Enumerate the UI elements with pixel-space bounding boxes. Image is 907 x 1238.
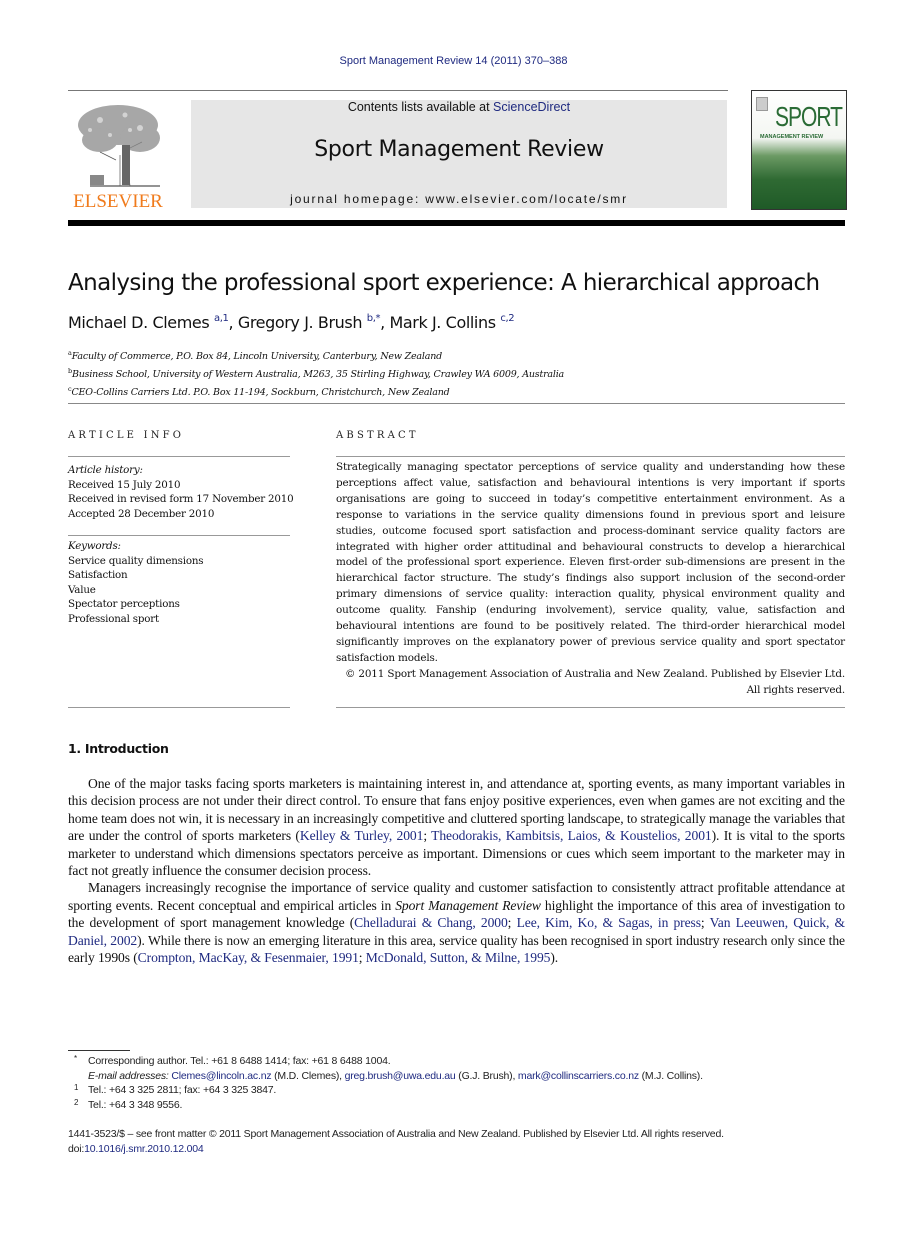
- sciencedirect-link[interactable]: ScienceDirect: [493, 100, 570, 114]
- abstract-heading: ABSTRACT: [336, 430, 419, 441]
- journal-homepage[interactable]: journal homepage: www.elsevier.com/locat…: [191, 192, 727, 206]
- footnote-text: Corresponding author. Tel.: +61 8 6488 1…: [88, 1055, 391, 1067]
- author-separator: ,: [228, 313, 238, 332]
- cover-subtitle: MANAGEMENT REVIEW: [760, 134, 824, 140]
- author-affiliation-mark[interactable]: a,1: [214, 313, 229, 324]
- email-link[interactable]: greg.brush@uwa.edu.au: [345, 1070, 456, 1082]
- running-head[interactable]: Sport Management Review 14 (2011) 370–38…: [0, 55, 907, 67]
- contents-line: Contents lists available at ScienceDirec…: [191, 100, 727, 114]
- cover-title: SPORT: [775, 102, 843, 133]
- author-name: Gregory J. Brush: [237, 313, 363, 332]
- section-divider: [68, 403, 845, 404]
- abstract-text: Strategically managing spectator percept…: [336, 461, 845, 664]
- journal-title: Sport Management Review: [314, 137, 604, 162]
- email-label: E-mail addresses:: [88, 1069, 169, 1082]
- citation-separator: ;: [423, 828, 432, 844]
- footnote-emails: E-mail addresses: Clemes@lincoln.ac.nz (…: [68, 1069, 848, 1084]
- citation-separator: ;: [700, 915, 710, 931]
- citation-link[interactable]: Crompton, MacKay, & Fesenmaier, 1991: [138, 950, 359, 965]
- doi-link[interactable]: 10.1016/j.smr.2010.12.004: [84, 1143, 204, 1155]
- footnote-mark: 2: [74, 1097, 79, 1107]
- paragraph: Managers increasingly recognise the impo…: [68, 879, 845, 966]
- front-matter: 1441-3523/$ – see front matter © 2011 Sp…: [68, 1127, 848, 1157]
- footnote-mark: *: [74, 1054, 77, 1063]
- affiliation-text: CEO-Collins Carriers Ltd. P.O. Box 11-19…: [71, 387, 450, 399]
- affiliation: aFaculty of Commerce, P.O. Box 84, Linco…: [68, 346, 564, 364]
- paragraph-text: ).: [550, 950, 559, 966]
- keyword: Spectator perceptions: [68, 598, 180, 610]
- author-name: Mark J. Collins: [389, 313, 496, 332]
- citation-link[interactable]: Theodorakis, Kambitsis, Laios, & Koustel…: [431, 828, 712, 843]
- keyword: Service quality dimensions: [68, 554, 204, 567]
- author-name: Michael D. Clemes: [68, 313, 210, 332]
- elsevier-tree-icon: [78, 105, 160, 187]
- article-history: Article history: Received 15 July 2010 R…: [68, 463, 298, 521]
- email-owner: (G.J. Brush),: [455, 1069, 518, 1082]
- cover-publisher-icon: [756, 97, 768, 111]
- abstract-copyright: © 2011 Sport Management Association of A…: [344, 667, 845, 696]
- history-label: Article history:: [68, 464, 143, 476]
- affiliation: cCEO-Collins Carriers Ltd. P.O. Box 11-1…: [68, 382, 564, 400]
- journal-cover[interactable]: SPORT MANAGEMENT REVIEW: [751, 90, 847, 210]
- paragraph: One of the major tasks facing sports mar…: [68, 775, 845, 879]
- footnotes: * Corresponding author. Tel.: +61 8 6488 …: [68, 1054, 848, 1112]
- front-matter-line: 1441-3523/$ – see front matter © 2011 Sp…: [68, 1128, 724, 1140]
- author-affiliation-mark[interactable]: b,*: [367, 313, 381, 324]
- history-item: Received 15 July 2010: [68, 478, 181, 491]
- footnote-rule: [68, 1050, 130, 1051]
- citation-link[interactable]: Lee, Kim, Ko, & Sagas, in press: [517, 915, 701, 930]
- doi-prefix: doi:: [68, 1143, 85, 1155]
- journal-name: Sport Management Review: [395, 897, 541, 913]
- email-link[interactable]: Clemes@lincoln.ac.nz: [171, 1070, 271, 1082]
- abstract-rule: [336, 707, 845, 708]
- article-info-rule: [68, 707, 290, 708]
- footnote-mark: 1: [74, 1083, 79, 1093]
- keyword: Satisfaction: [68, 569, 128, 581]
- abstract-rule: [336, 456, 845, 457]
- citation-separator: ;: [507, 915, 517, 931]
- contents-prefix: Contents lists available at: [347, 100, 494, 114]
- email-link[interactable]: mark@collinscarriers.co.nz: [518, 1070, 639, 1082]
- header-rule: [68, 90, 728, 91]
- affiliation-text: Business School, University of Western A…: [71, 369, 565, 381]
- citation-separator: ;: [358, 950, 366, 966]
- abstract-body: Strategically managing spectator percept…: [336, 460, 845, 699]
- masthead-rule: [68, 220, 845, 226]
- citation-link[interactable]: Chelladurai & Chang, 2000: [354, 915, 508, 930]
- footnote-text: Tel.: +64 3 325 2811; fax: +64 3 325 384…: [88, 1084, 277, 1097]
- footnote-2: 2 Tel.: +64 3 348 9556.: [68, 1098, 848, 1113]
- citation-link[interactable]: McDonald, Sutton, & Milne, 1995: [366, 950, 551, 965]
- author-list: Michael D. Clemes a,1, Gregory J. Brush …: [68, 313, 515, 332]
- keywords-label: Keywords:: [68, 540, 121, 552]
- elsevier-logo[interactable]: ELSEVIER: [68, 100, 168, 212]
- citation-link[interactable]: Kelley & Turley, 2001: [300, 828, 424, 843]
- section-heading: 1. Introduction: [68, 741, 169, 756]
- footnote-1: 1 Tel.: +64 3 325 2811; fax: +64 3 325 38…: [68, 1083, 848, 1098]
- author-affiliation-mark[interactable]: c,2: [500, 313, 514, 324]
- elsevier-wordmark: ELSEVIER: [73, 191, 163, 212]
- article-info-rule: [68, 535, 290, 536]
- article-info-heading: ARTICLE INFO: [68, 430, 185, 441]
- keyword: Professional sport: [68, 612, 159, 625]
- affiliation: bBusiness School, University of Western …: [68, 364, 564, 382]
- affiliation-text: Faculty of Commerce, P.O. Box 84, Lincol…: [71, 351, 443, 362]
- footnote-corresponding: * Corresponding author. Tel.: +61 8 6488 …: [68, 1054, 848, 1069]
- article-title: Analysing the professional sport experie…: [68, 270, 820, 296]
- footnote-text: Tel.: +64 3 348 9556.: [88, 1098, 183, 1111]
- keyword: Value: [68, 583, 96, 596]
- email-owner: (M.D. Clemes),: [271, 1069, 345, 1082]
- article-info-rule: [68, 456, 290, 457]
- history-item: Received in revised form 17 November 201…: [68, 493, 294, 505]
- doi-line: doi:10.1016/j.smr.2010.12.004: [68, 1142, 848, 1157]
- introduction-body: One of the major tasks facing sports mar…: [68, 775, 845, 966]
- history-item: Accepted 28 December 2010: [68, 507, 215, 520]
- email-owner: (M.J. Collins).: [638, 1069, 703, 1082]
- journal-masthead: Contents lists available at ScienceDirec…: [191, 100, 727, 208]
- keywords: Keywords: Service quality dimensions Sat…: [68, 539, 298, 626]
- affiliations: aFaculty of Commerce, P.O. Box 84, Linco…: [68, 346, 564, 401]
